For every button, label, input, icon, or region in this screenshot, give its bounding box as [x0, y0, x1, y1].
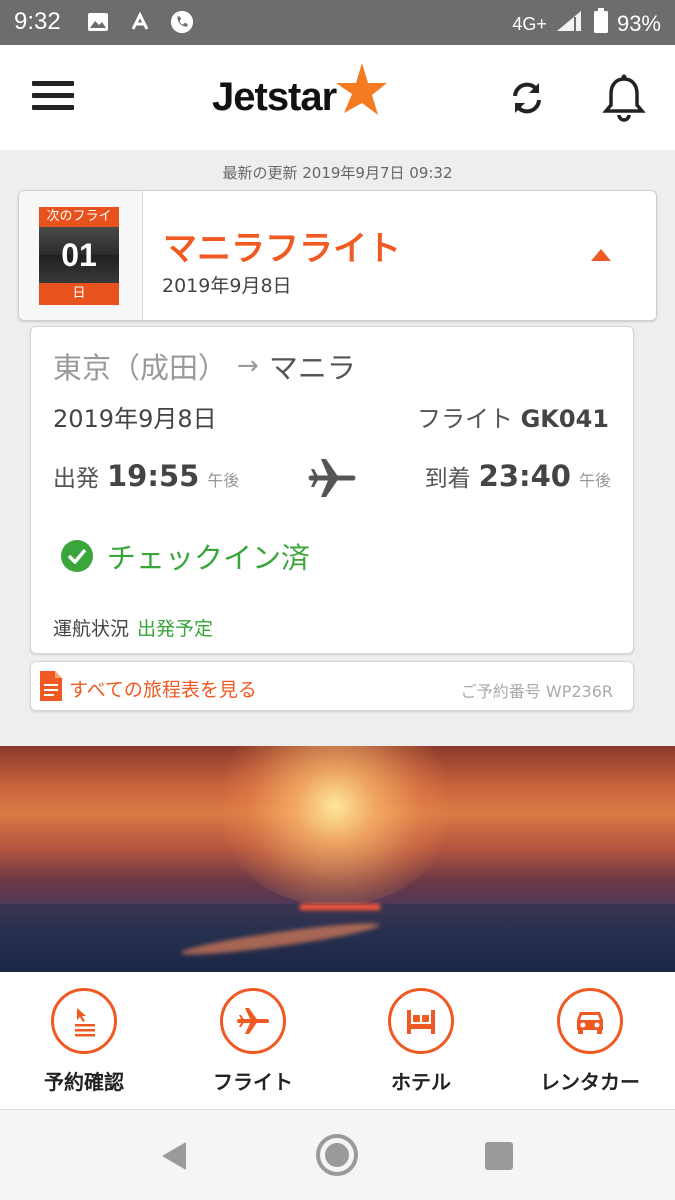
- next-flight-date: 2019年9月8日: [162, 275, 292, 297]
- destination-city: マニラ: [268, 351, 356, 385]
- next-flight-title: マニラフライト: [163, 229, 401, 269]
- bottom-navigation: 予約確認 フライト ホテル レンタカー: [0, 972, 675, 1110]
- calendar-days-number: 01: [39, 227, 119, 283]
- departure: 出発 19:55 午後: [53, 459, 239, 493]
- itinerary-link[interactable]: すべての旅程表を見る ご予約番号 WP236R: [30, 661, 634, 711]
- departure-ampm: 午後: [207, 471, 240, 490]
- check-icon: [61, 540, 93, 572]
- arrival: 到着 23:40 午後: [425, 459, 611, 493]
- bed-icon: [388, 988, 454, 1054]
- menu-icon[interactable]: [32, 81, 74, 113]
- itinerary-label: すべての旅程表を見る: [69, 679, 257, 701]
- nav-flight-label: フライト: [213, 1070, 293, 1094]
- route-arrow-icon: →: [237, 351, 259, 381]
- calendar-unit: 日: [39, 283, 119, 305]
- checkin-status: チェックイン済: [61, 535, 310, 577]
- nav-rental-car[interactable]: レンタカー: [520, 988, 660, 1095]
- document-icon: [40, 671, 62, 701]
- nav-booking-label: 予約確認: [44, 1070, 124, 1094]
- status-notification-icons: [86, 10, 194, 34]
- origin-city: 東京（成田）: [53, 351, 228, 385]
- back-icon[interactable]: [160, 1140, 188, 1176]
- route: 東京（成田） → マニラ: [53, 345, 356, 387]
- status-time: 9:32: [14, 8, 61, 35]
- logo-text: Jetstar: [212, 74, 337, 119]
- car-icon: [557, 988, 623, 1054]
- recent-apps-icon[interactable]: [485, 1142, 513, 1170]
- plane-icon: [307, 453, 357, 503]
- signal-icon: [555, 9, 585, 39]
- operation-label: 運航状況: [53, 618, 130, 640]
- battery-percent: 93%: [616, 11, 661, 36]
- app-header: Jetstar: [0, 45, 675, 150]
- flight-label: フライト: [416, 405, 513, 433]
- status-right: 4G+ 93%: [512, 8, 661, 40]
- operation-status: 運航状況 出発予定: [53, 614, 213, 641]
- departure-time: 19:55: [107, 459, 200, 493]
- nav-hotel[interactable]: ホテル: [351, 988, 491, 1095]
- arrival-time: 23:40: [478, 459, 571, 493]
- network-label: 4G+: [512, 13, 547, 34]
- operation-value: 出発予定: [137, 618, 214, 640]
- arrival-label: 到着: [424, 466, 471, 492]
- status-bar: 9:32 4G+ 93%: [0, 0, 675, 45]
- home-icon[interactable]: [316, 1134, 358, 1176]
- checkin-label: チェックイン済: [107, 541, 311, 575]
- refresh-icon[interactable]: [506, 77, 548, 119]
- signal-boost-icon: [128, 10, 152, 34]
- sun-reflection: [300, 904, 380, 910]
- image-icon: [86, 10, 110, 34]
- departure-label: 出発: [53, 466, 99, 492]
- bell-icon[interactable]: [600, 73, 648, 123]
- sunset-banner-image: [0, 746, 675, 972]
- phone-icon: [170, 10, 194, 34]
- last-updated-text: 最新の更新 2019年9月7日 09:32: [222, 164, 453, 182]
- jetstar-logo: Jetstar: [212, 63, 388, 127]
- flight-number: フライト GK041: [417, 399, 609, 434]
- plane-icon: [220, 988, 286, 1054]
- battery-icon: [593, 8, 609, 40]
- booking-reference: ご予約番号 WP236R: [460, 682, 613, 701]
- countdown-calendar: 次のフライ 01 日: [19, 191, 143, 320]
- logo-star-icon: [332, 61, 388, 121]
- next-flight-card[interactable]: 次のフライ 01 日 マニラフライト 2019年9月8日: [18, 190, 657, 321]
- flight-detail-card: 東京（成田） → マニラ 2019年9月8日 フライト GK041 出発 19:…: [30, 326, 634, 654]
- system-navigation-bar: [0, 1110, 675, 1200]
- nav-hotel-label: ホテル: [391, 1070, 451, 1094]
- flight-code: GK041: [520, 405, 609, 433]
- calendar-header: 次のフライ: [39, 207, 119, 227]
- nav-flight[interactable]: フライト: [183, 988, 323, 1095]
- nav-rental-car-label: レンタカー: [540, 1070, 640, 1094]
- arrival-ampm: 午後: [578, 471, 611, 490]
- sun: [215, 746, 455, 906]
- horizon: [0, 904, 675, 972]
- collapse-caret-icon[interactable]: [591, 249, 611, 261]
- booking-icon: [51, 988, 117, 1054]
- flight-date: 2019年9月8日: [53, 405, 217, 433]
- nav-booking[interactable]: 予約確認: [14, 988, 154, 1095]
